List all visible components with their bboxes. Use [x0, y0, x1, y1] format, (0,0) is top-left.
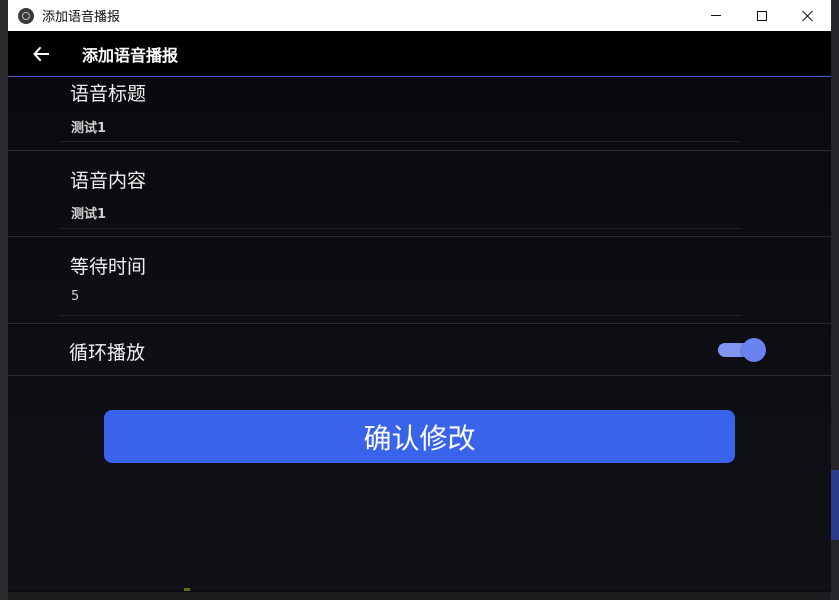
app-window: 添加语音播报 添加语音播报 语音标题 测试1 语音内容 测试1 等待时间 5 循… — [8, 0, 831, 592]
window-title: 添加语音播报 — [42, 9, 121, 24]
maximize-icon — [757, 10, 767, 21]
field-label: 语音内容 — [70, 170, 147, 192]
maximize-button[interactable] — [739, 0, 785, 31]
app-header: 添加语音播报 — [8, 31, 831, 77]
field-wait-time[interactable]: 等待时间 5 — [8, 237, 831, 324]
wait-time-input[interactable]: 5 — [71, 289, 79, 304]
desktop-backdrop-left — [0, 0, 8, 600]
desktop-backdrop-accent — [830, 470, 839, 540]
voice-title-input[interactable]: 测试1 — [71, 117, 106, 136]
decorative-dot — [184, 588, 190, 591]
loop-play-row: 循环播放 — [8, 324, 831, 376]
form-content: 语音标题 测试1 语音内容 测试1 等待时间 5 循环播放 确认修改 — [8, 77, 831, 591]
field-voice-content[interactable]: 语音内容 测试1 — [8, 151, 831, 237]
loop-play-toggle[interactable] — [718, 338, 766, 362]
field-underline — [60, 228, 741, 229]
confirm-button[interactable]: 确认修改 — [104, 410, 735, 463]
field-label: 语音标题 — [70, 83, 147, 105]
close-button[interactable] — [785, 0, 831, 31]
field-voice-title[interactable]: 语音标题 测试1 — [8, 77, 831, 151]
toggle-thumb — [742, 338, 766, 362]
voice-content-input[interactable]: 测试1 — [71, 203, 106, 222]
loop-play-label: 循环播放 — [69, 342, 146, 364]
window-titlebar[interactable]: 添加语音播报 — [8, 0, 831, 31]
arrow-left-icon — [33, 46, 49, 61]
field-label: 等待时间 — [70, 256, 147, 278]
field-underline — [60, 315, 741, 316]
page-title: 添加语音播报 — [82, 45, 179, 65]
window-controls — [693, 0, 831, 31]
field-underline — [60, 141, 741, 142]
close-icon — [802, 10, 814, 22]
desktop-backdrop-right — [830, 0, 839, 600]
app-logo-icon — [18, 7, 34, 24]
minimize-icon — [711, 15, 721, 16]
minimize-button[interactable] — [693, 0, 739, 31]
back-button[interactable] — [30, 43, 52, 65]
